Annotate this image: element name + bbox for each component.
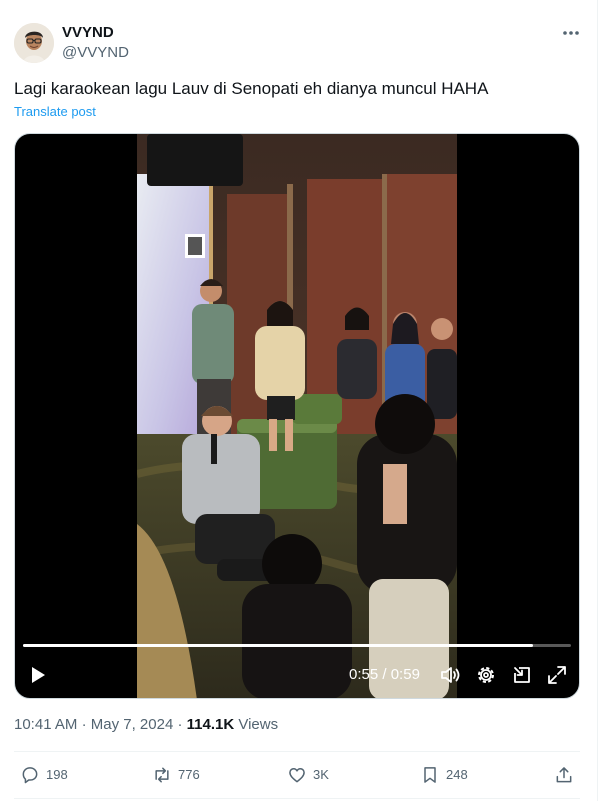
repost-icon [155,767,169,783]
post-actions: 198 776 3K 248 [14,760,580,790]
meta-separator: · [177,716,183,733]
bookmark-icon [424,767,436,783]
reply-button[interactable]: 198 [20,760,68,790]
fullscreen-icon [548,666,566,684]
video-player[interactable]: 0:55 / 0:59 [14,133,580,699]
more-horizontal-icon [563,31,579,35]
divider [14,798,580,799]
play-button[interactable] [27,664,49,686]
bookmark-button[interactable]: 248 [420,760,468,790]
post-text: Lagi karaokean lagu Lauv di Senopati eh … [14,79,489,98]
repost-button[interactable]: 776 [152,760,200,790]
meta-separator: · [81,716,87,733]
bookmark-count: 248 [446,767,468,782]
minimize-icon [514,667,530,683]
repost-count: 776 [178,767,200,782]
reply-icon [22,767,38,784]
video-duration: 0:59 [390,666,420,683]
video-controls: 0:55 / 0:59 [15,660,579,690]
minimize-button[interactable] [511,664,533,686]
like-button[interactable]: 3K [287,760,329,790]
video-progress-fill [23,644,533,647]
share-button[interactable] [554,760,574,790]
author-handle[interactable]: @VVYND [62,43,129,63]
divider [14,751,580,752]
post-meta: 10:41 AM · May 7, 2024 · 114.1K Views [14,715,278,735]
fullscreen-button[interactable] [546,664,568,686]
video-current-time: 0:55 [349,666,379,683]
post-header: VVYND @VVYND [14,22,578,64]
share-icon [556,767,572,783]
author-display-name[interactable]: VVYND [62,23,129,43]
volume-button[interactable] [439,664,461,686]
more-options-button[interactable] [556,22,586,44]
settings-icon [478,667,494,683]
column-border [597,0,598,801]
video-time-separator: / [382,666,387,683]
views-count: 114.1K [186,716,235,733]
views-label: Views [238,716,279,733]
post-date[interactable]: May 7, 2024 [91,716,174,733]
volume-icon [441,667,460,683]
video-time: 0:55 / 0:59 [349,665,420,685]
settings-button[interactable] [475,664,497,686]
avatar[interactable] [14,23,54,63]
post-time[interactable]: 10:41 AM [14,716,77,733]
play-icon [32,667,45,683]
video-frame [137,134,457,698]
video-progress-bar[interactable] [23,644,571,647]
like-count: 3K [313,767,329,782]
person-avatar-icon [14,23,54,63]
heart-icon [289,768,305,783]
translate-post-link[interactable]: Translate post [14,104,96,120]
reply-count: 198 [46,767,68,782]
